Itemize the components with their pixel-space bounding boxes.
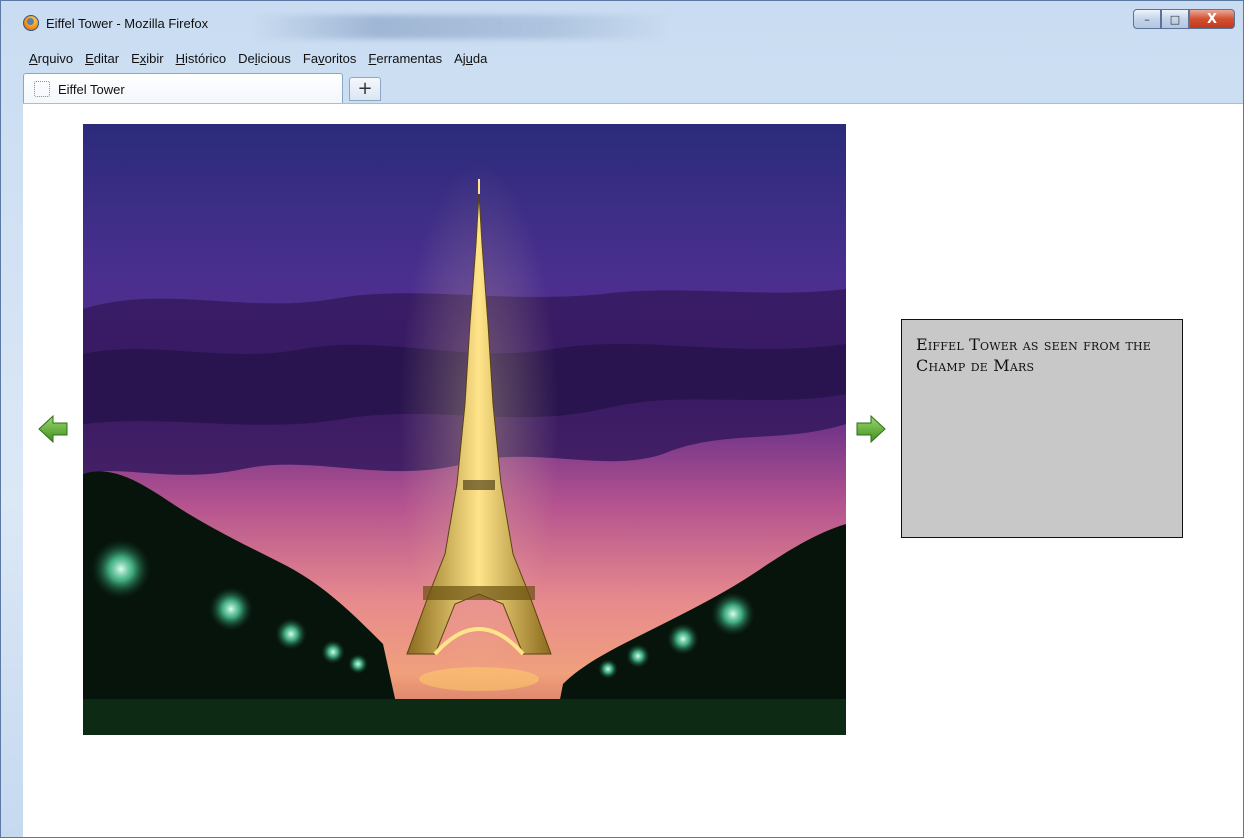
photo-caption: Eiffel Tower as seen from the Champ de M…: [916, 335, 1152, 375]
arrow-right-icon[interactable]: [853, 414, 887, 444]
menu-item-ferramentas[interactable]: Ferramentas: [362, 48, 448, 70]
menu-item-delicious[interactable]: Delicious: [232, 48, 297, 70]
firefox-icon: [23, 15, 39, 31]
arrow-left-icon[interactable]: [37, 414, 71, 444]
window-controls: – □ X: [1133, 9, 1235, 29]
close-button[interactable]: X: [1189, 9, 1235, 29]
menu-item-histórico[interactable]: Histórico: [170, 48, 233, 70]
caption-box: Eiffel Tower as seen from the Champ de M…: [901, 319, 1183, 538]
titlebar-glass: [251, 15, 671, 39]
window-title: Eiffel Tower - Mozilla Firefox: [46, 16, 209, 31]
eiffel-tower-photo: [83, 124, 846, 735]
tab-label: Eiffel Tower: [58, 82, 125, 97]
browser-window: Eiffel Tower - Mozilla Firefox – □ X Arq…: [0, 0, 1244, 838]
new-tab-button[interactable]: +: [349, 77, 381, 101]
menu-item-favoritos[interactable]: Favoritos: [297, 48, 362, 70]
minimize-button[interactable]: –: [1133, 9, 1161, 29]
maximize-button[interactable]: □: [1161, 9, 1189, 29]
blank-page-icon: [34, 81, 50, 97]
menu-item-ajuda[interactable]: Ajuda: [448, 48, 493, 70]
tab-strip: Eiffel Tower +: [23, 73, 1243, 103]
menu-item-exibir[interactable]: Exibir: [125, 48, 170, 70]
menu-bar: Arquivo Editar Exibir Histórico Delicious Fav…: [23, 48, 493, 70]
menu-item-arquivo[interactable]: Arquivo: [23, 48, 79, 70]
page-content: Eiffel Tower as seen from the Champ de M…: [23, 103, 1243, 837]
title-bar[interactable]: Eiffel Tower - Mozilla Firefox – □ X: [1, 1, 1243, 39]
menu-item-editar[interactable]: Editar: [79, 48, 125, 70]
tab-eiffel-tower[interactable]: Eiffel Tower: [23, 73, 343, 103]
